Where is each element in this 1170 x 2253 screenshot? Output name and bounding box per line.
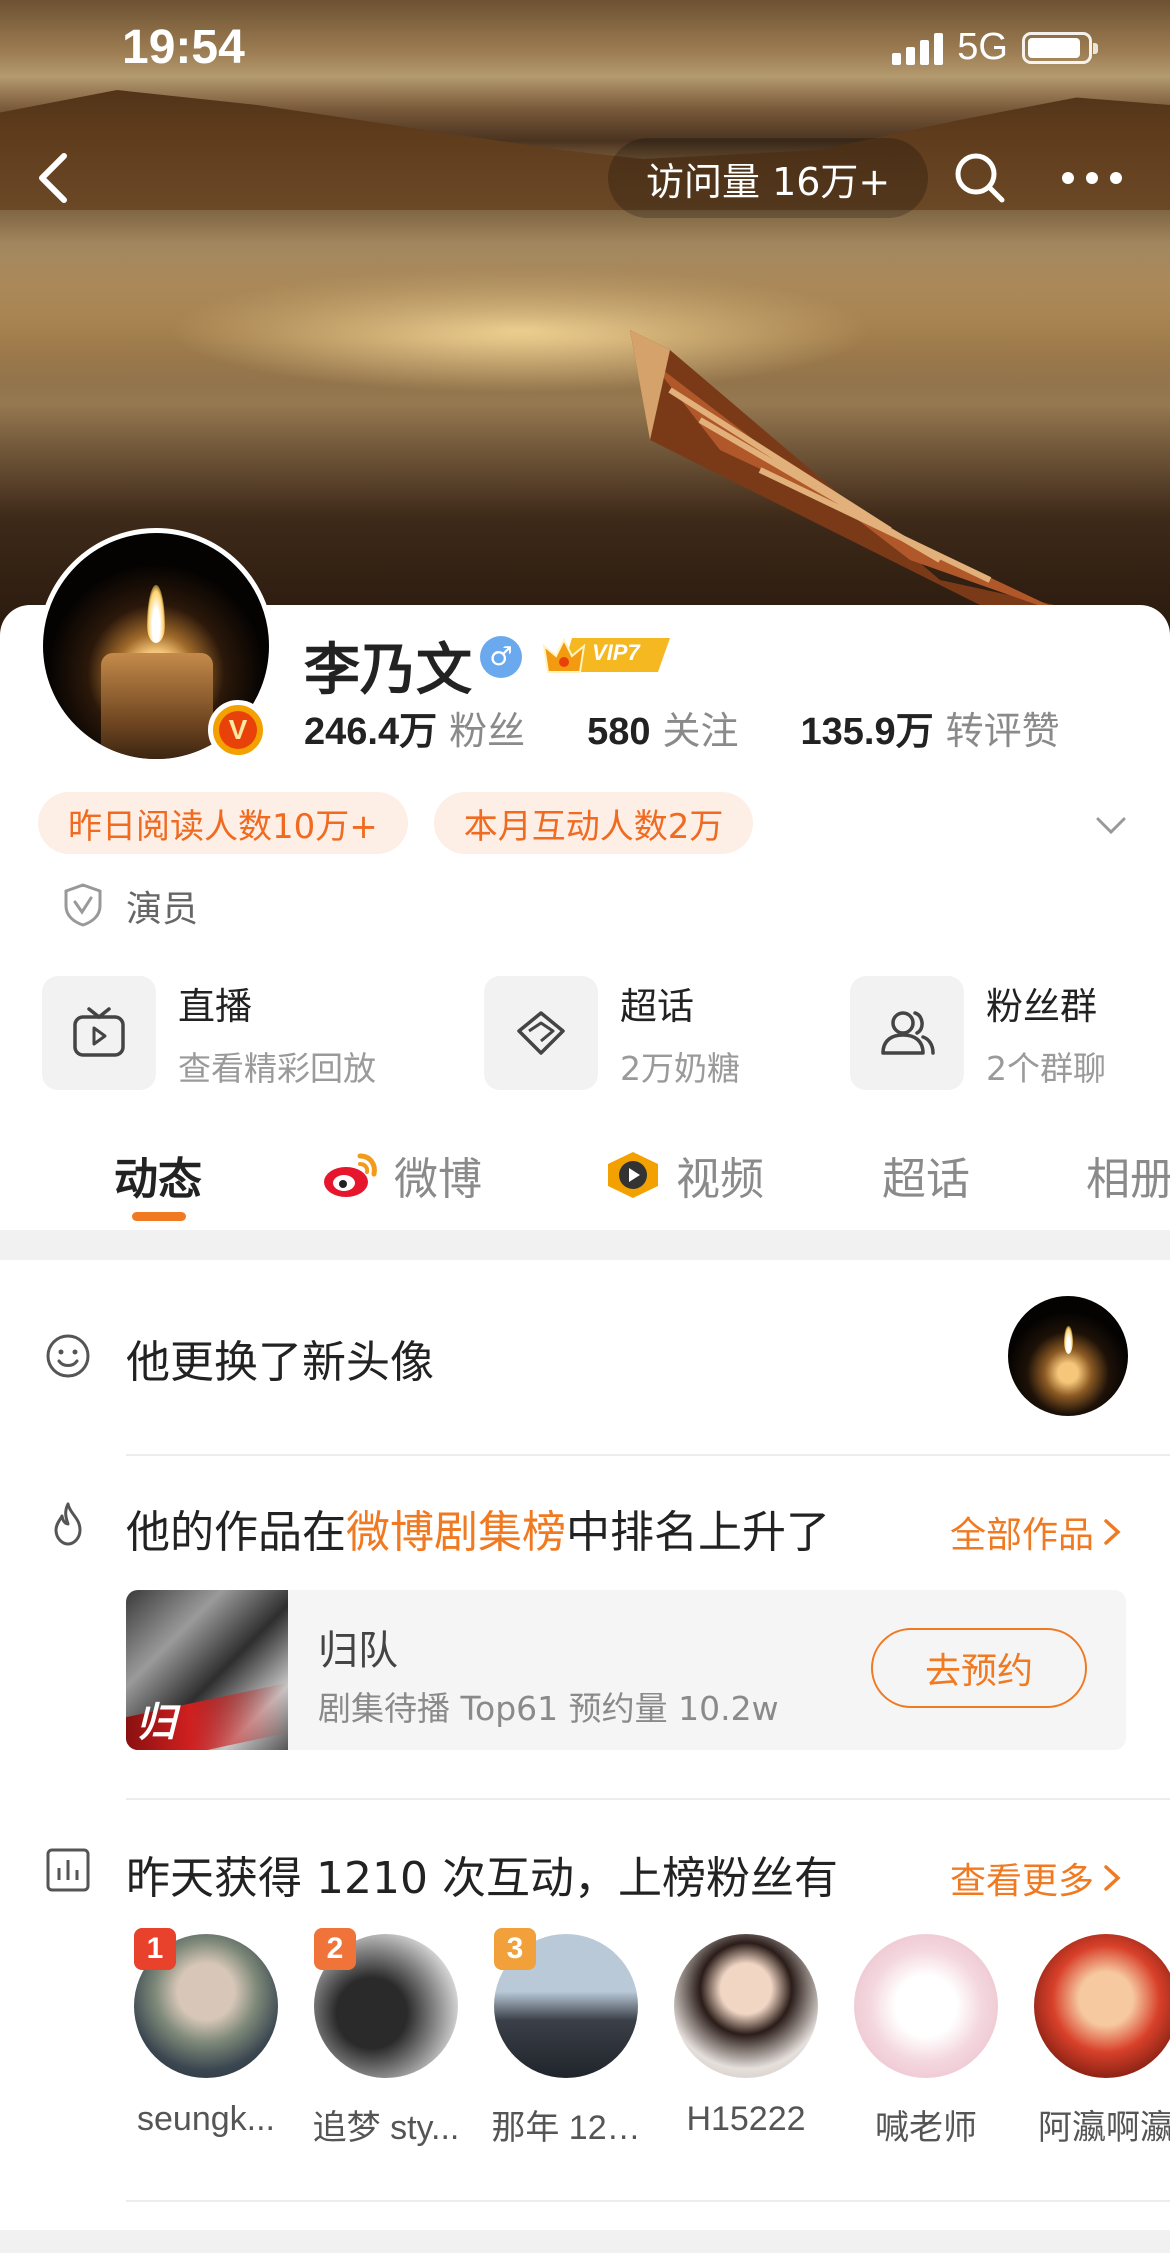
- avatar: 3: [494, 1928, 638, 2078]
- signal-icon: [892, 31, 944, 65]
- avatar: [854, 1934, 998, 2078]
- candle: [101, 653, 213, 759]
- tab-video[interactable]: 视频: [604, 1143, 764, 1207]
- likes-stat[interactable]: 135.9万 转评赞: [801, 700, 1060, 755]
- work-card[interactable]: 归 归队 剧集待播 Top61 预约量 10.2w 去预约: [126, 1590, 1126, 1750]
- active-tab-indicator: [132, 1212, 186, 1221]
- status-indicators: 5G: [892, 26, 1098, 69]
- video-play-icon: [608, 1152, 658, 1198]
- feed-divider: [126, 1454, 1170, 1456]
- all-works-link[interactable]: 全部作品: [950, 1506, 1126, 1558]
- quick-live[interactable]: 直播 查看精彩回放: [42, 976, 376, 1090]
- following-stat[interactable]: 580 关注: [587, 700, 738, 755]
- reserve-button[interactable]: 去预约: [871, 1628, 1087, 1708]
- tv-play-icon: [73, 1007, 125, 1057]
- status-time: 19:54: [122, 21, 245, 74]
- feed-divider: [126, 1798, 1170, 1800]
- search-button[interactable]: [950, 148, 1010, 208]
- more-button[interactable]: [1062, 160, 1128, 196]
- work-subtitle: 剧集待播 Top61 预约量 10.2w: [318, 1689, 779, 1728]
- profile-tabs: 动态 微博 视频 超话 相册: [0, 1125, 1170, 1217]
- work-poster: 归: [126, 1590, 288, 1750]
- avatar: [674, 1934, 818, 2078]
- fan-item[interactable]: 3 那年 12…: [486, 1928, 646, 2149]
- visits-badge[interactable]: 访问量 16万+: [608, 138, 929, 218]
- avatar: 2: [314, 1928, 458, 2078]
- quick-supertopic[interactable]: 超话 2万奶糖: [484, 976, 740, 1090]
- top-fans-list: 1 seungk... 2 追梦 sty... 3 那年 12… H15222 …: [0, 1928, 1170, 2164]
- tab-feed[interactable]: 动态: [114, 1143, 202, 1207]
- cover-canoe: [630, 330, 1170, 630]
- section-divider: [0, 1230, 1170, 1260]
- smile-icon: [46, 1334, 90, 1378]
- avatar: [1034, 1934, 1170, 2078]
- tab-weibo[interactable]: 微博: [322, 1143, 482, 1207]
- back-button[interactable]: [30, 148, 90, 208]
- candle-flame: [147, 585, 165, 643]
- chevron-right-icon: [1104, 1519, 1121, 1545]
- work-title: 归队: [318, 1628, 398, 1674]
- tab-supertopic[interactable]: 超话: [882, 1143, 970, 1207]
- profile-name: 李乃文: [304, 638, 472, 703]
- rank-text: 他的作品在微博剧集榜中排名上升了: [126, 1507, 830, 1558]
- new-avatar-thumb[interactable]: [1008, 1296, 1128, 1416]
- achievement-pills: 昨日阅读人数10万+ 本月互动人数2万: [38, 792, 754, 854]
- see-more-link[interactable]: 查看更多: [950, 1852, 1126, 1904]
- fan-item[interactable]: 2 追梦 sty...: [306, 1928, 466, 2149]
- chevron-right-icon: [1104, 1865, 1121, 1891]
- chevron-down-icon[interactable]: [1094, 808, 1128, 842]
- group-users-icon: [881, 1011, 935, 1055]
- diamond-icon: [517, 1011, 565, 1055]
- fan-item[interactable]: 阿瀛啊瀛: [1026, 1934, 1170, 2149]
- gender-male-icon: ♂: [480, 636, 522, 678]
- fan-item[interactable]: 1 seungk...: [126, 1928, 286, 2139]
- avatar-update-text: 他更换了新头像: [126, 1337, 434, 1388]
- interactions-pill[interactable]: 本月互动人数2万: [433, 792, 754, 854]
- bar-chart-icon: [46, 1848, 90, 1892]
- quick-fan-group[interactable]: 粉丝群 2个群聊: [850, 976, 1106, 1090]
- followers-stat[interactable]: 246.4万 粉丝: [304, 700, 525, 755]
- interaction-text: 昨天获得 1210 次互动，上榜粉丝有: [126, 1853, 838, 1904]
- profile-stats: 246.4万 粉丝 580 关注 135.9万 转评赞: [304, 700, 1122, 755]
- feed-divider: [126, 2200, 1170, 2202]
- chevron-left-icon: [39, 153, 67, 203]
- fan-item[interactable]: H15222: [666, 1934, 826, 2139]
- fan-item[interactable]: 喊老师: [846, 1934, 1006, 2149]
- flame-icon: [54, 1502, 82, 1546]
- verified-badge-icon: V: [208, 700, 268, 760]
- shield-check-icon: [64, 883, 102, 927]
- section-divider: [0, 2230, 1170, 2253]
- role-label: 演员: [126, 889, 199, 930]
- battery-icon: [1022, 31, 1098, 64]
- search-icon: [955, 153, 1005, 203]
- vip-badge[interactable]: VIP7: [542, 632, 670, 678]
- avatar: 1: [134, 1928, 278, 2078]
- more-dot-icon: [1062, 172, 1074, 184]
- network-type: 5G: [957, 26, 1008, 68]
- weibo-logo-icon: [324, 1153, 377, 1197]
- reads-pill[interactable]: 昨日阅读人数10万+: [38, 792, 408, 854]
- tab-album[interactable]: 相册: [1086, 1143, 1170, 1207]
